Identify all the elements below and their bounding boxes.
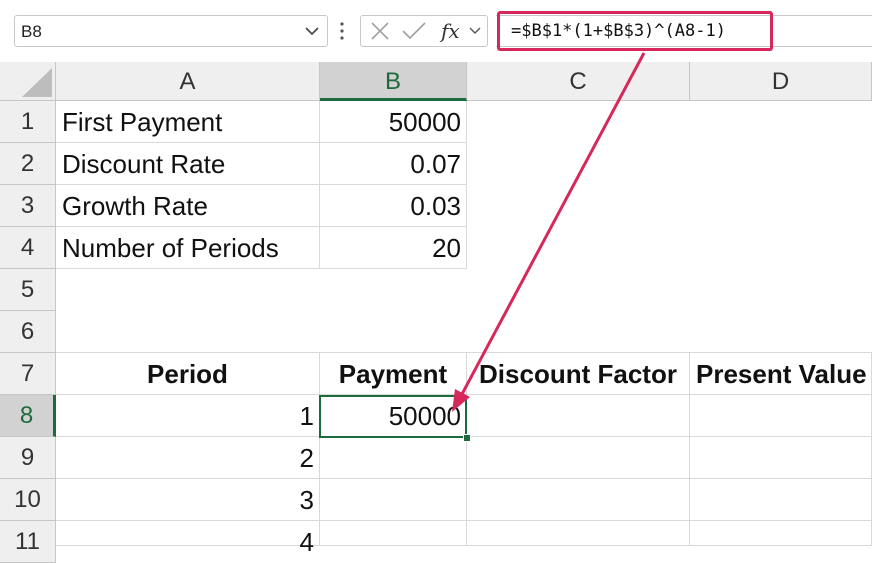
cell-d7[interactable]: Present Value <box>690 352 872 395</box>
cell-d8[interactable] <box>690 395 872 437</box>
column-header-a[interactable]: A <box>56 62 320 101</box>
row-header-1[interactable]: 1 <box>0 101 56 143</box>
name-box[interactable]: B8 <box>14 15 328 47</box>
row-header-9[interactable]: 9 <box>0 437 56 479</box>
cell-a8[interactable]: 1 <box>56 395 320 437</box>
cell-b7[interactable]: Payment <box>320 352 467 395</box>
cell-c10[interactable] <box>467 479 690 521</box>
cell-a9[interactable]: 2 <box>56 437 320 479</box>
cell-c8[interactable] <box>467 395 690 437</box>
cell-a7[interactable]: Period <box>56 352 320 395</box>
cell-b10[interactable] <box>320 479 467 521</box>
formula-buttons: fx <box>360 15 488 47</box>
cell-d11[interactable] <box>690 521 872 546</box>
formula-bar: B8 fx =$B$1*(1+$B$3)^(A8-1) <box>0 0 872 63</box>
cell-b1[interactable]: 50000 <box>320 101 467 143</box>
row-header-7[interactable]: 7 <box>0 353 56 395</box>
row-header-10[interactable]: 10 <box>0 479 56 521</box>
fill-handle[interactable] <box>463 434 471 442</box>
cell-b2[interactable]: 0.07 <box>320 143 467 185</box>
cell-b11[interactable] <box>320 521 467 546</box>
cell-b9[interactable] <box>320 437 467 479</box>
active-cell-selection <box>319 395 467 438</box>
cell-a1[interactable]: First Payment <box>56 101 320 143</box>
cell-a2[interactable]: Discount Rate <box>56 143 320 185</box>
enter-check-icon[interactable] <box>401 20 427 42</box>
cell-a10[interactable]: 3 <box>56 479 320 521</box>
cell-d9[interactable] <box>690 437 872 479</box>
cell-d10[interactable] <box>690 479 872 521</box>
cell-b4[interactable]: 20 <box>320 227 467 269</box>
formula-highlight-box <box>497 11 773 51</box>
row-header-4[interactable]: 4 <box>0 227 56 269</box>
select-all-triangle-icon <box>22 68 52 97</box>
chevron-down-icon[interactable] <box>467 22 483 40</box>
cell-a11[interactable]: 4 <box>56 521 320 557</box>
row-header-8[interactable]: 8 <box>0 395 56 437</box>
row-header-3[interactable]: 3 <box>0 185 56 227</box>
row-header-6[interactable]: 6 <box>0 311 56 353</box>
cell-a4[interactable]: Number of Periods <box>56 227 320 269</box>
name-box-value: B8 <box>21 22 42 41</box>
column-header-d[interactable]: D <box>690 62 872 101</box>
insert-function-button[interactable]: fx <box>441 19 460 43</box>
select-all-corner[interactable] <box>0 62 56 101</box>
cell-a3[interactable]: Growth Rate <box>56 185 320 227</box>
row-header-5[interactable]: 5 <box>0 269 56 311</box>
cell-c9[interactable] <box>467 437 690 479</box>
row-header-2[interactable]: 2 <box>0 143 56 185</box>
cell-b3[interactable]: 0.03 <box>320 185 467 227</box>
column-header-b[interactable]: B <box>320 62 467 101</box>
row-header-11[interactable]: 11 <box>0 521 56 563</box>
more-options-icon[interactable] <box>338 18 346 44</box>
column-header-c[interactable]: C <box>467 62 690 101</box>
cancel-icon[interactable] <box>369 20 391 42</box>
cell-c11[interactable] <box>467 521 690 546</box>
chevron-down-icon[interactable] <box>303 21 321 41</box>
cell-c7[interactable]: Discount Factor <box>467 352 690 395</box>
